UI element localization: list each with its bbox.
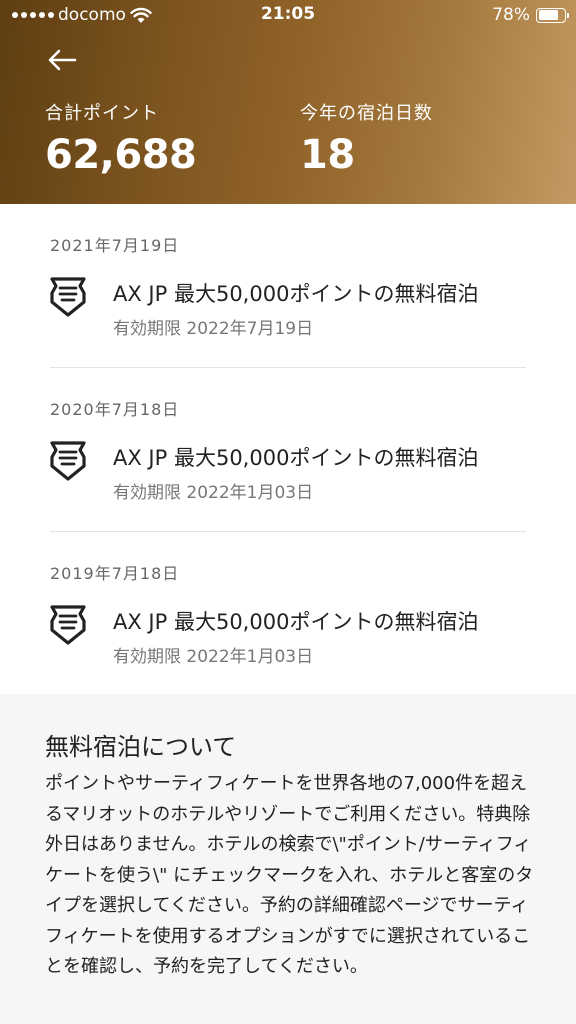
total-points-stat: 合計ポイント 62,688 (45, 99, 197, 178)
certificate-expiry: 有効期限 2022年1月03日 (113, 483, 314, 503)
battery-icon (536, 7, 569, 23)
certificate-title: AX JP 最大50,000ポイントの無料宿泊 (113, 610, 479, 634)
nights-label: 今年の宿泊日数 (300, 103, 433, 124)
certificate-title: AX JP 最大50,000ポイントの無料宿泊 (113, 446, 479, 470)
back-button[interactable] (44, 42, 80, 78)
about-title: 無料宿泊について (45, 733, 237, 761)
certificate-expiry: 有効期限 2022年7月19日 (113, 319, 314, 339)
certificate-issue-date: 2020年7月18日 (50, 400, 180, 419)
total-points-label: 合計ポイント (45, 103, 159, 124)
status-right: 78% (492, 5, 569, 25)
nights-stat: 今年の宿泊日数 18 (300, 99, 433, 178)
certificate-item[interactable]: 2019年7月18日 AX JP 最大50,000ポイントの無料宿泊 有効期限 … (50, 532, 526, 696)
total-points-value: 62,688 (45, 132, 197, 178)
certificate-item[interactable]: 2021年7月19日 AX JP 最大50,000ポイントの無料宿泊 有効期限 … (50, 204, 526, 368)
about-free-night-section: 無料宿泊について ポイントやサーティフィケートを世界各地の7,000件を超えるマ… (0, 694, 576, 1024)
status-bar: docomo 21:05 78% (0, 0, 576, 30)
certificate-issue-date: 2021年7月19日 (50, 236, 180, 255)
certificate-expiry: 有効期限 2022年1月03日 (113, 647, 314, 667)
certificate-badge-icon (50, 441, 86, 481)
certificate-item[interactable]: 2020年7月18日 AX JP 最大50,000ポイントの無料宿泊 有効期限 … (50, 368, 526, 532)
battery-level (538, 10, 558, 20)
certificate-issue-date: 2019年7月18日 (50, 564, 180, 583)
certificate-list: 2021年7月19日 AX JP 最大50,000ポイントの無料宿泊 有効期限 … (0, 204, 576, 696)
certificate-title: AX JP 最大50,000ポイントの無料宿泊 (113, 282, 479, 306)
nights-value: 18 (300, 132, 355, 178)
header: docomo 21:05 78% 合計ポイント 62,688 今年の宿泊日数 1… (0, 0, 576, 204)
certificate-badge-icon (50, 277, 86, 317)
status-time: 21:05 (260, 4, 316, 24)
back-arrow-icon (48, 49, 77, 71)
certificate-badge-icon (50, 605, 86, 645)
about-body: ポイントやサーティフィケートを世界各地の7,000件を超えるマリオットのホテルや… (45, 773, 534, 977)
battery-percentage: 78% (492, 5, 530, 25)
